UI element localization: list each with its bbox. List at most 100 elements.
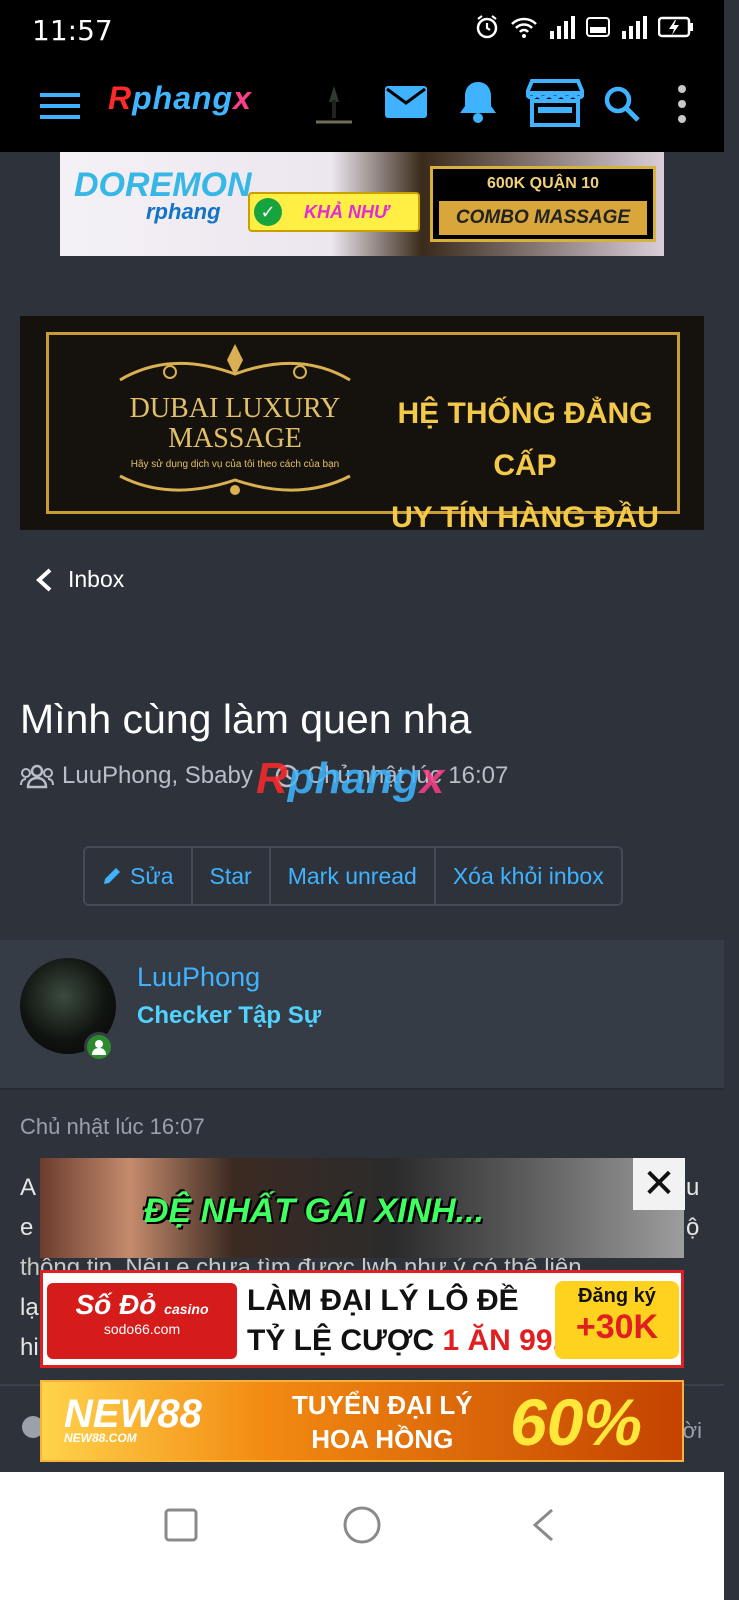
avatar-icon (312, 80, 356, 128)
remove-label: Xóa khỏi inbox (452, 862, 604, 889)
new88-text: TUYỂN ĐẠI LÝ HOA HỒNG (292, 1388, 473, 1456)
checkmark-icon: ✓ (254, 198, 282, 226)
message-date: Chủ nhật lúc 16:07 (20, 1114, 205, 1139)
store-icon (526, 79, 584, 127)
slogan-line2: UY TÍN HÀNG ĐẦU (391, 501, 659, 530)
combo-massage-box: 600K QUẬN 10 COMBO MASSAGE (430, 166, 656, 242)
bell-icon (460, 82, 496, 123)
user-avatar-button[interactable] (312, 80, 356, 128)
ad-banner-dubai[interactable]: DUBAI LUXURY MASSAGE Hãy sử dụng dịch vụ… (20, 316, 704, 530)
new88-percent: 60% (510, 1385, 643, 1459)
search-icon (604, 86, 640, 122)
status-icons (474, 14, 694, 40)
status-bar: 11:57 (0, 0, 724, 60)
back-button[interactable] (518, 1500, 568, 1550)
price-text: 600K QUẬN 10 (486, 175, 600, 192)
messages-button[interactable] (384, 82, 428, 122)
ad-top-text: ĐỆ NHẤT GÁI XINH... (144, 1192, 485, 1230)
message-author-header: LuuPhong Checker Tập Sự (0, 940, 724, 1090)
app-bar: Rphangx (0, 60, 724, 152)
online-status-badge (84, 1032, 114, 1062)
combo-text: COMBO MASSAGE (439, 201, 647, 235)
slogan-line1: HỆ THỐNG ĐẲNG CẤP (397, 397, 653, 482)
system-nav-bar (0, 1472, 724, 1600)
back-label: Inbox (68, 566, 125, 592)
watermark-word: phang (287, 754, 420, 803)
volte-icon (586, 15, 610, 39)
ornament-top-icon (110, 340, 360, 382)
dubai-brand: DUBAI LUXURY MASSAGE Hãy sử dụng dịch vụ… (100, 394, 370, 472)
menu-button[interactable] (38, 84, 82, 128)
watermark-r: R (256, 754, 288, 803)
sodo-cta-bonus: +30K (575, 1308, 659, 1346)
sodo-cta-label: Đăng ký (578, 1285, 656, 1307)
square-icon (164, 1508, 198, 1542)
kha-nhu-pill: ✓ KHẢ NHƯ (248, 192, 420, 232)
dubai-slogan: HỆ THỐNG ĐẲNG CẤP UY TÍN HÀNG ĐẦU (380, 388, 670, 530)
home-button[interactable] (337, 1500, 387, 1550)
conversation-title: Mình cùng làm quen nha (20, 696, 472, 742)
sodo-site: sodo66.com (103, 1321, 181, 1337)
hamburger-icon (40, 93, 80, 119)
back-to-inbox-link[interactable]: Inbox (34, 566, 124, 593)
reply-link[interactable]: ời (683, 1418, 702, 1444)
signal-icon (548, 15, 576, 39)
dubai-brand-line1: DUBAI LUXURY (129, 393, 341, 424)
battery-icon (658, 16, 694, 38)
sodo-logo-text: Số Đỏ (75, 1289, 157, 1320)
kebab-menu-icon (678, 85, 686, 123)
new88-line1: TUYỂN ĐẠI LÝ (292, 1390, 473, 1420)
more-options-button[interactable] (668, 80, 696, 128)
pencil-icon (104, 868, 120, 884)
sodo-main-text: LÀM ĐẠI LÝ LÔ ĐỀ TỶ LỆ CƯỢC 1 ĂN 99.5 (247, 1281, 578, 1361)
search-button[interactable] (600, 82, 644, 126)
remove-from-inbox-button[interactable]: Xóa khỏi inbox (435, 848, 621, 904)
mark-unread-label: Mark unread (287, 862, 417, 889)
recents-button[interactable] (156, 1500, 206, 1550)
ad-new88[interactable]: NEW88 NEW88.COM TUYỂN ĐẠI LÝ HOA HỒNG 60… (40, 1380, 684, 1462)
site-logo[interactable]: Rphangx (108, 80, 252, 117)
ad-banner-doremon[interactable]: DOREMON rphang ✓ KHẢ NHƯ 600K QUẬN 10 CO… (60, 152, 664, 256)
envelope-icon (385, 86, 427, 118)
notifications-button[interactable] (456, 76, 500, 126)
watermark-x: x (419, 754, 445, 803)
logo-word: phang (132, 80, 234, 116)
star-button[interactable]: Star (192, 848, 271, 904)
back-triangle-icon (532, 1508, 553, 1542)
close-ad-button[interactable]: ✕ (633, 1158, 685, 1210)
sodo-logo: Số Đỏ casino sodo66.com (47, 1283, 237, 1359)
mark-unread-button[interactable]: Mark unread (270, 848, 436, 904)
star-label: Star (209, 862, 252, 889)
doremon-logo: DOREMON rphang (74, 166, 252, 225)
author-name[interactable]: LuuPhong (137, 962, 260, 993)
chevron-left-icon (36, 568, 52, 591)
users-icon (20, 764, 54, 789)
sodo-signup-cta[interactable]: Đăng ký +30K (555, 1281, 679, 1359)
close-icon: ✕ (642, 1162, 676, 1206)
sodo-line1: LÀM ĐẠI LÝ LÔ ĐỀ (247, 1284, 519, 1317)
rphangx-watermark: Rphangx (256, 754, 444, 804)
circle-icon (343, 1506, 381, 1544)
logo-letter-r: R (108, 80, 133, 116)
ad-sodo-casino[interactable]: Số Đỏ casino sodo66.com LÀM ĐẠI LÝ LÔ ĐỀ… (40, 1270, 684, 1368)
pill-text: KHẢ NHƯ (304, 201, 389, 222)
store-button[interactable] (526, 76, 584, 128)
sodo-line2a: TỶ LỆ CƯỢC (247, 1324, 443, 1357)
new88-logo: NEW88 NEW88.COM (64, 1392, 202, 1445)
logo-letter-x: x (233, 80, 252, 116)
message-line-right: u (686, 1174, 700, 1201)
edit-button[interactable]: Sửa (85, 848, 193, 904)
alarm-icon (474, 14, 500, 40)
participants[interactable]: LuuPhong, Sbaby (62, 762, 253, 790)
new88-line2: HOA HỒNG (311, 1424, 454, 1454)
message-line-right: ộ (686, 1214, 700, 1241)
sodo-logo-tag: casino (164, 1301, 209, 1317)
ornament-bottom-icon (110, 468, 360, 508)
signal-icon-2 (620, 15, 648, 39)
new88-logo-text: NEW88 (64, 1392, 202, 1436)
ad-overlay-girls[interactable]: ĐỆ NHẤT GÁI XINH... (40, 1158, 684, 1258)
status-time: 11:57 (32, 14, 113, 47)
wifi-icon (510, 15, 538, 39)
conversation-actions: Sửa Star Mark unread Xóa khỏi inbox (83, 846, 623, 906)
edit-label: Sửa (130, 862, 174, 889)
